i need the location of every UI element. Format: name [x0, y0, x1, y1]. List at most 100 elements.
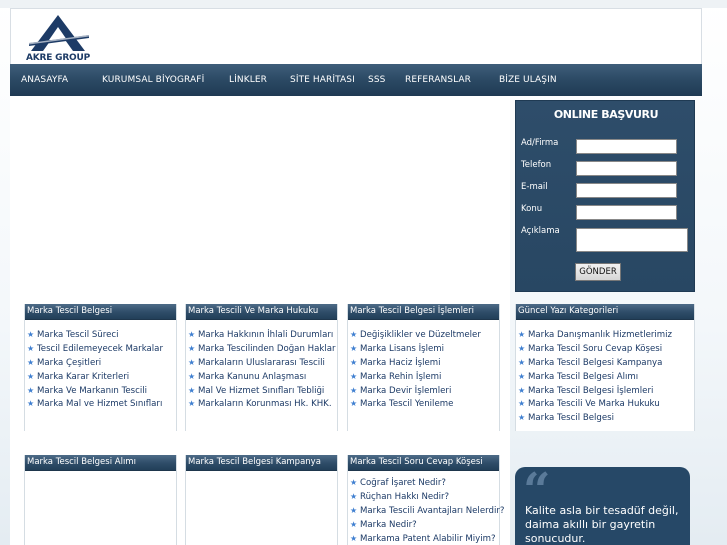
star-icon: ★	[27, 330, 35, 339]
star-icon: ★	[518, 371, 526, 381]
ad-firma-input[interactable]	[576, 139, 677, 154]
star-icon: ★	[350, 505, 358, 515]
star-icon: ★	[518, 413, 526, 423]
nav-item-anasayfa[interactable]: ANASAYFA	[21, 64, 68, 96]
list-item[interactable]: ★ Mal Ve Hizmet Sınıfları Tebliği	[186, 384, 337, 398]
form-title: ONLINE BAŞVURU	[553, 108, 659, 121]
telefon-input[interactable]	[576, 161, 677, 176]
list-item[interactable]: ★ Marka Tescil Yenileme	[348, 397, 499, 411]
star-icon: ★	[188, 343, 196, 353]
box-marka-tescili-ve-marka-hukuku: Marka Tescili Ve Marka Hukuku ★ Marka Hak…	[185, 304, 338, 431]
logo-mark-icon	[29, 15, 89, 51]
star-icon: ★	[27, 385, 35, 395]
list-item[interactable]: ★ Markaların Uluslararası Tescili	[186, 356, 337, 370]
list-item[interactable]: ★ Marka Çeşitleri	[25, 356, 176, 370]
list-item[interactable]: ★ Tescil Edilemeyecek Markalar	[25, 342, 176, 356]
konu-label: Konu	[521, 204, 543, 214]
nav-item-kurumsal-biyografi[interactable]: KURUMSAL BİYOGRAFİ	[102, 64, 204, 96]
list-item[interactable]: ★ Marka Haciz İşlemi	[348, 356, 499, 370]
nav-item-site-haritasi[interactable]: SİTE HARİTASI	[290, 64, 355, 96]
box-marka-tescil-belgesi-kampanya: Marka Tescil Belgesi Kampanya	[185, 455, 338, 545]
konu-input[interactable]	[576, 205, 677, 220]
star-icon: ★	[350, 343, 358, 353]
list-item[interactable]: ★ Marka Hakkının İhlali Durumları	[186, 328, 337, 342]
box-title: Marka Tescil Belgesi Alımı	[25, 455, 176, 471]
star-icon: ★	[350, 533, 358, 543]
box-title: Güncel Yazı Kategorileri	[516, 304, 694, 320]
box-title: Marka Tescili Ve Marka Hukuku	[186, 304, 337, 320]
star-icon: ★	[188, 399, 196, 409]
page-top-strip	[0, 0, 727, 8]
list-item[interactable]: ★ Marka Danışmanlık Hizmetlerimiz	[516, 328, 694, 342]
main-nav: ANASAYFA KURUMSAL BİYOGRAFİ LİNKLER SİTE…	[10, 64, 702, 96]
list-item[interactable]: ★ Marka Ve Markanın Tescili	[25, 384, 176, 398]
quote-text: Kalite asla bir tesadüf değil, daima akı…	[525, 504, 679, 545]
box-title: Marka Tescil Belgesi Kampanya	[186, 455, 337, 471]
ad-firma-label: Ad/Firma	[521, 138, 559, 148]
box-title: Marka Tescil Belgesi	[25, 304, 176, 320]
email-label: E-mail	[521, 182, 548, 192]
online-application-form: ONLINE BAŞVURU Ad/Firma Telefon E-mail K…	[515, 100, 695, 292]
star-icon: ★	[350, 491, 358, 501]
star-icon: ★	[518, 357, 526, 367]
list-item[interactable]: ★ Marka Karar Kriterleri	[25, 370, 176, 384]
list-item[interactable]: ★ Marka Tescil Süreci	[25, 328, 176, 342]
list-item[interactable]: ★ Marka Tescil Belgesi Alımı	[516, 370, 694, 384]
star-icon: ★	[188, 357, 196, 367]
aciklama-label: Açıklama	[521, 226, 560, 236]
box-guncel-yazi-kategorileri: Güncel Yazı Kategorileri ★ Marka Danışman…	[515, 304, 695, 431]
star-icon: ★	[518, 399, 526, 409]
list-item[interactable]: ★ Marka Tescili Avantajları Nelerdir?	[348, 504, 504, 518]
list-item[interactable]: ★ Marka Mal ve Hizmet Sınıfları	[25, 397, 176, 411]
star-icon: ★	[188, 385, 196, 395]
nav-item-bize-ulasin[interactable]: BİZE ULAŞIN	[499, 64, 557, 96]
box-marka-tescil-belgesi-alimi: Marka Tescil Belgesi Alımı	[24, 455, 177, 545]
list-item[interactable]: ★ Markaların Korunması Hk. KHK.	[186, 397, 337, 411]
list-item[interactable]: ★ Rüçhan Hakkı Nedir?	[348, 490, 499, 504]
list-item[interactable]: ★ Marka Tescil Soru Cevap Köşesi	[516, 342, 694, 356]
box-title: Marka Tescil Soru Cevap Köşesi	[348, 455, 499, 471]
star-icon: ★	[27, 399, 35, 409]
star-icon: ★	[518, 385, 526, 395]
star-icon: ★	[518, 330, 526, 339]
star-icon: ★	[350, 385, 358, 395]
star-icon: ★	[188, 371, 196, 381]
star-icon: ★	[27, 371, 35, 381]
list-item[interactable]: ★ Marka Nedir?	[348, 518, 499, 532]
list-item[interactable]: ★ Markama Patent Alabilir Miyim?	[348, 532, 499, 545]
star-icon: ★	[518, 343, 526, 353]
akre-group-logo[interactable]: AKRE GROUP	[25, 13, 91, 65]
box-title: Marka Tescil Belgesi İşlemleri	[348, 304, 499, 320]
list-item[interactable]: ★ Marka Tescilinden Doğan Haklar	[186, 342, 337, 356]
list-item[interactable]: ★ Marka Kanunu Anlaşması	[186, 370, 337, 384]
list-item[interactable]: ★ Değişiklikler ve Düzeltmeler	[348, 328, 499, 342]
telefon-label: Telefon	[521, 160, 552, 170]
list-item[interactable]: ★ Marka Lisans İşlemi	[348, 342, 499, 356]
star-icon: ★	[350, 371, 358, 381]
logo-text: AKRE GROUP	[25, 53, 91, 63]
star-icon: ★	[350, 357, 358, 367]
nav-item-referanslar[interactable]: REFERANSLAR	[405, 64, 471, 96]
star-icon: ★	[350, 399, 358, 409]
star-icon: ★	[27, 343, 35, 353]
list-item[interactable]: ★ Marka Tescil Belgesi Kampanya	[516, 356, 694, 370]
box-marka-tescil-belgesi-islemleri: Marka Tescil Belgesi İşlemleri ★ Değişikl…	[347, 304, 500, 431]
list-item[interactable]: ★ Marka Rehin İşlemi	[348, 370, 499, 384]
list-item[interactable]: ★ Marka Devir İşlemleri	[348, 384, 499, 398]
list-item[interactable]: ★ Coğraf İşaret Nedir?	[348, 476, 499, 490]
submit-button[interactable]: GÖNDER	[575, 263, 621, 281]
list-item[interactable]: ★ Marka Tescili Ve Marka Hukuku	[516, 397, 694, 411]
email-input[interactable]	[576, 183, 677, 198]
star-icon: ★	[27, 357, 35, 367]
box-marka-tescil-soru-cevap-kosesi: Marka Tescil Soru Cevap Köşesi ★ Coğraf İ…	[347, 455, 504, 545]
star-icon: ★	[350, 478, 358, 487]
star-icon: ★	[350, 519, 358, 529]
star-icon: ★	[350, 330, 358, 339]
nav-item-linkler[interactable]: LİNKLER	[229, 64, 267, 96]
site-header: AKRE GROUP	[10, 8, 702, 64]
list-item[interactable]: ★ Marka Tescil Belgesi İşlemleri	[516, 384, 694, 398]
list-item[interactable]: ★ Marka Tescil Belgesi	[516, 411, 694, 425]
aciklama-textarea[interactable]	[576, 228, 688, 252]
quote-box: “ Kalite asla bir tesadüf değil, daima a…	[515, 467, 690, 545]
nav-item-sss[interactable]: SSS	[368, 64, 385, 96]
